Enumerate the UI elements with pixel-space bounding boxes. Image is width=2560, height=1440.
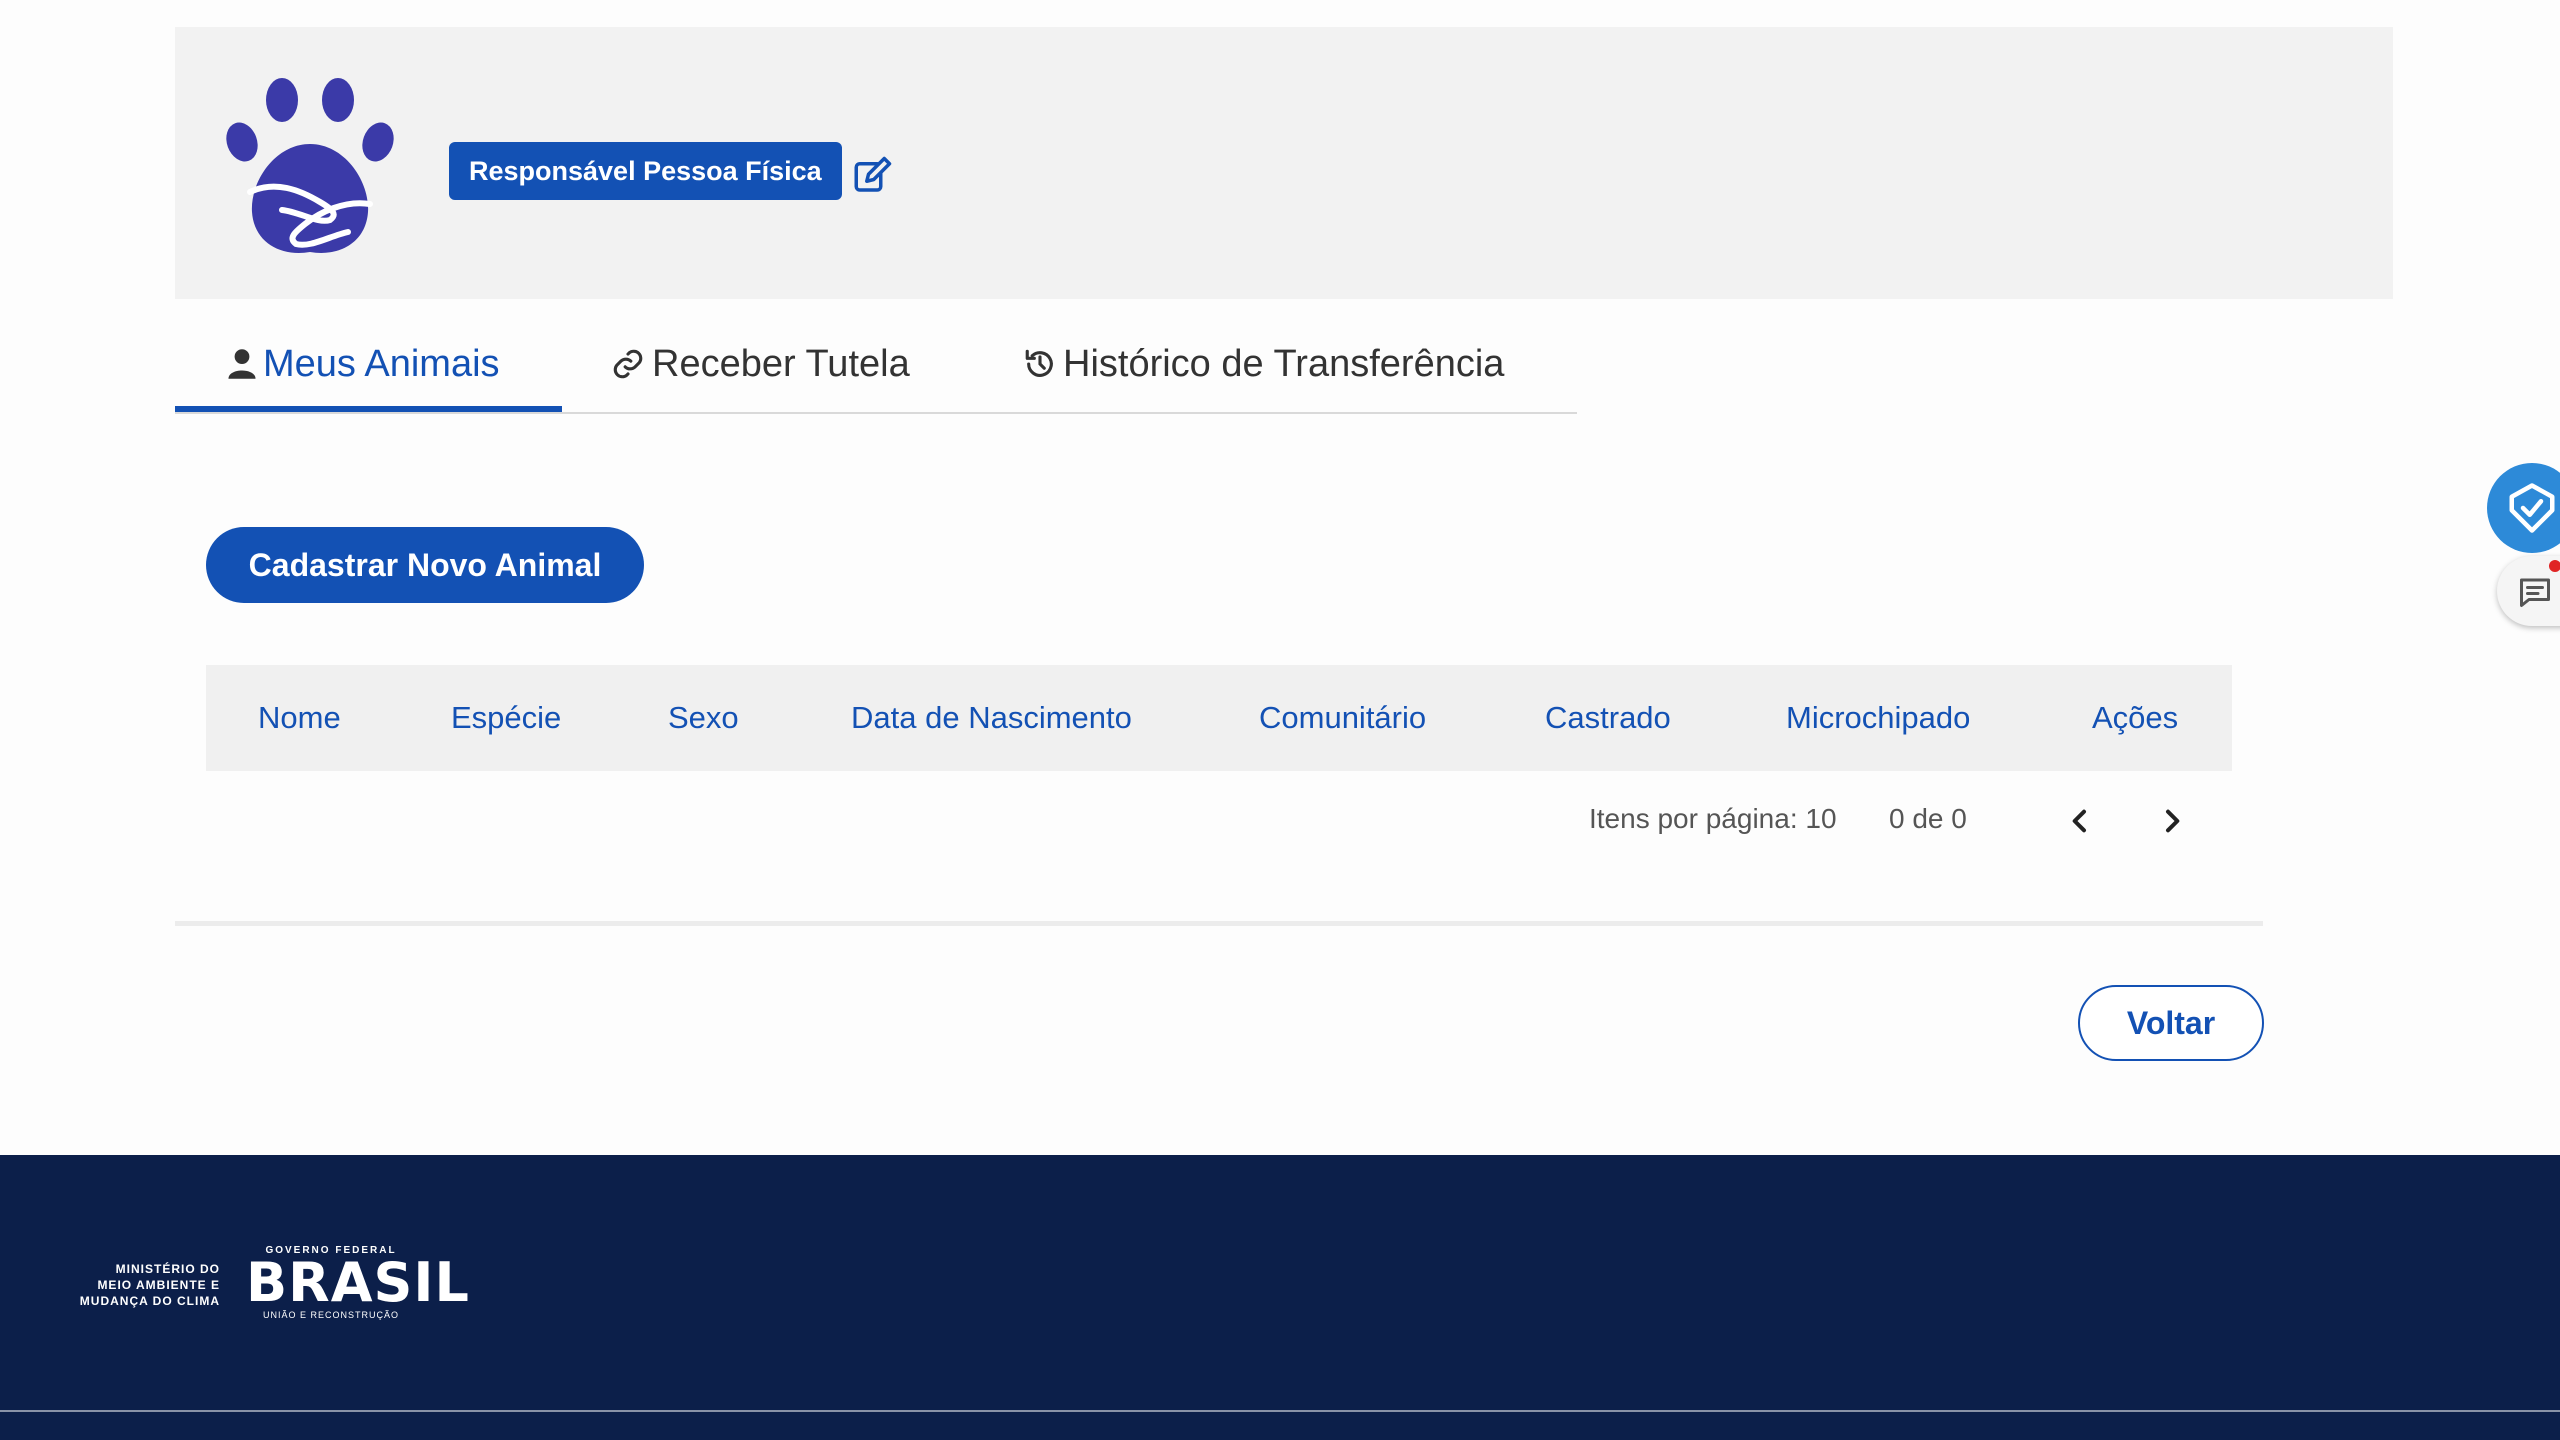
- site-footer: MINISTÉRIO DO MEIO AMBIENTE E MUDANÇA DO…: [0, 1155, 2560, 1440]
- column-header-sexo[interactable]: Sexo: [668, 665, 739, 771]
- tab-label: Receber Tutela: [652, 342, 910, 385]
- tab-label: Histórico de Transferência: [1063, 342, 1505, 385]
- chat-widget[interactable]: [2497, 556, 2560, 626]
- accessibility-widget[interactable]: [2487, 463, 2560, 553]
- animals-table-header: Nome Espécie Sexo Data de Nascimento Com…: [206, 665, 2232, 771]
- column-header-microchipado[interactable]: Microchipado: [1786, 665, 1970, 771]
- back-button[interactable]: Voltar: [2078, 985, 2264, 1061]
- notification-dot: [2549, 560, 2560, 572]
- history-icon: [1025, 349, 1053, 377]
- tab-label: Meus Animais: [263, 342, 500, 385]
- column-header-nome[interactable]: Nome: [258, 665, 341, 771]
- tab-bar: Meus Animais Receber Tutela Histórico de…: [175, 318, 1577, 414]
- column-header-castrado[interactable]: Castrado: [1545, 665, 1671, 771]
- paw-hug-icon: [226, 78, 394, 253]
- gov-name: BRASIL: [246, 1251, 470, 1314]
- register-animal-button[interactable]: Cadastrar Novo Animal: [206, 527, 644, 603]
- shield-check-icon: [2509, 483, 2555, 533]
- tab-historico-transferencia[interactable]: Histórico de Transferência: [1023, 318, 1504, 410]
- items-per-page[interactable]: Itens por página: 10: [1589, 803, 1837, 835]
- chevron-left-icon[interactable]: [2064, 805, 2096, 837]
- chat-icon: [2520, 578, 2550, 607]
- link-icon: [613, 349, 643, 379]
- user-icon: [228, 349, 256, 379]
- active-tab-indicator: [175, 406, 562, 412]
- ministry-line: MEIO AMBIENTE E: [97, 1278, 220, 1292]
- tab-receber-tutela[interactable]: Receber Tutela: [610, 318, 910, 410]
- tab-meus-animais[interactable]: Meus Animais: [227, 318, 500, 410]
- ministry-line: MUDANÇA DO CLIMA: [79, 1294, 220, 1308]
- gov-subtitle: UNIÃO E RECONSTRUÇÃO: [262, 1310, 399, 1320]
- column-header-nascimento[interactable]: Data de Nascimento: [851, 665, 1132, 771]
- column-header-acoes: Ações: [2092, 700, 2179, 735]
- column-header-comunitario[interactable]: Comunitário: [1259, 665, 1426, 771]
- ministry-logo: MINISTÉRIO DO MEIO AMBIENTE E MUDANÇA DO…: [68, 1261, 220, 1309]
- footer-divider: [0, 1410, 2560, 1412]
- gov-brasil-logo: GOVERNO FEDERAL BRASIL UNIÃO E RECONSTRU…: [246, 1245, 470, 1320]
- edit-icon[interactable]: [851, 155, 893, 197]
- column-header-especie[interactable]: Espécie: [451, 665, 561, 771]
- section-divider: [175, 921, 2263, 926]
- profile-header: Responsável Pessoa Física: [175, 27, 2393, 299]
- ministry-line: MINISTÉRIO DO: [115, 1262, 220, 1276]
- page-range: 0 de 0: [1889, 803, 1967, 834]
- table-pagination: Itens por página: 10 0 de 0: [206, 771, 2232, 921]
- role-badge: Responsável Pessoa Física: [449, 142, 842, 200]
- chevron-right-icon[interactable]: [2156, 805, 2188, 837]
